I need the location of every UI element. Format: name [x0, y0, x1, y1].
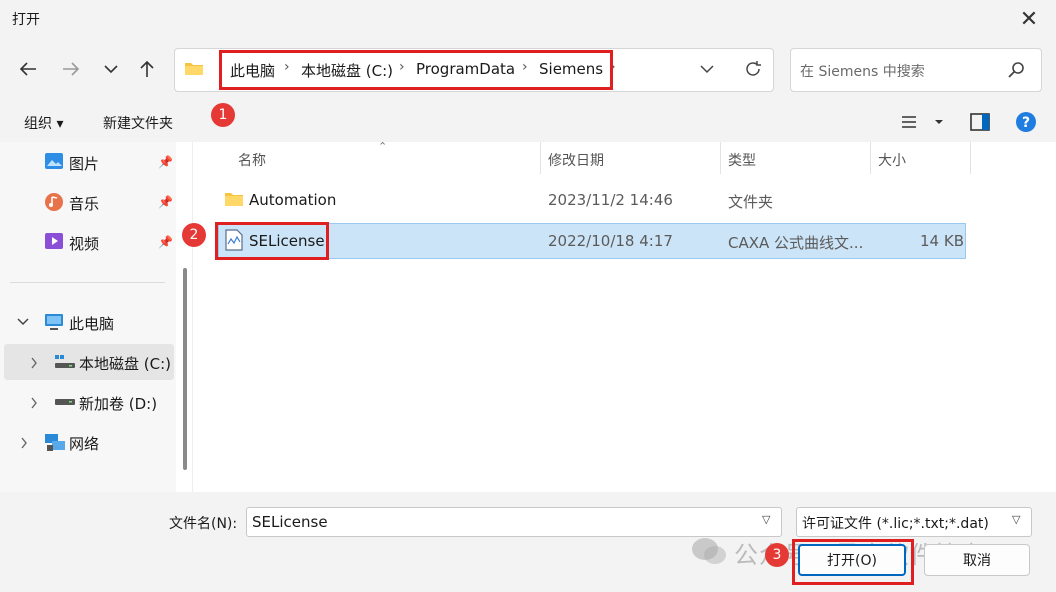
column-divider[interactable] — [870, 142, 871, 174]
refresh-icon[interactable] — [742, 58, 764, 80]
chevron-right-icon[interactable] — [30, 357, 38, 369]
folder-icon — [225, 193, 243, 206]
list-view-icon — [902, 116, 916, 128]
folder-icon — [185, 63, 203, 75]
new-folder-button[interactable]: 新建文件夹 — [103, 113, 173, 133]
chevron-down-icon — [104, 65, 118, 74]
cancel-button-label: 取消 — [963, 553, 991, 569]
annotation-badge-3: 3 — [765, 543, 789, 567]
file-name: Automation — [249, 191, 337, 209]
nav-label-this-pc[interactable]: 此电脑 — [69, 313, 114, 334]
pane-divider[interactable] — [192, 142, 193, 492]
nav-divider — [10, 282, 165, 283]
up-button[interactable] — [130, 52, 164, 86]
network-icon — [45, 434, 65, 451]
column-divider[interactable] — [720, 142, 721, 174]
filename-label: 文件名(N): — [169, 516, 238, 532]
sort-ascending-icon: ⌃ — [378, 140, 388, 153]
chevron-down-icon[interactable]: ▽ — [762, 513, 770, 526]
file-highlight-box — [215, 222, 329, 260]
column-header-type[interactable]: 类型 — [728, 150, 756, 170]
nav-label-pictures: 图片 — [69, 155, 100, 173]
pin-icon[interactable]: 📌 — [158, 195, 173, 209]
column-header-size[interactable]: 大小 — [878, 150, 906, 170]
address-highlight-box — [219, 50, 613, 90]
file-type: CAXA 公式曲线文... — [728, 234, 864, 252]
search-placeholder: 在 Siemens 中搜索 — [800, 64, 925, 80]
forward-button[interactable] — [54, 52, 88, 86]
close-button[interactable]: ✕ — [1006, 2, 1052, 36]
chevron-down-icon[interactable]: ▽ — [1012, 513, 1020, 526]
title-bar — [0, 0, 1056, 38]
help-button[interactable]: ? — [1014, 110, 1038, 134]
pin-icon[interactable]: 📌 — [158, 235, 173, 249]
videos-icon — [45, 233, 63, 249]
column-divider[interactable] — [970, 142, 971, 174]
column-header-modified[interactable]: 修改日期 — [548, 150, 604, 170]
up-arrow-icon — [140, 60, 154, 77]
chevron-right-icon[interactable] — [20, 437, 28, 449]
column-header-name[interactable]: 名称 — [238, 150, 266, 170]
svg-text:?: ? — [1022, 115, 1030, 131]
organize-button[interactable]: 组织 ▾ — [24, 113, 63, 133]
cancel-button[interactable]: 取消 — [924, 544, 1030, 576]
column-divider[interactable] — [540, 142, 541, 174]
chevron-down-icon — [935, 120, 943, 124]
view-options-button[interactable] — [898, 110, 948, 134]
nav-label-music: 音乐 — [69, 195, 100, 213]
address-dropdown-icon[interactable] — [696, 58, 718, 80]
nav-label-videos: 视频 — [69, 235, 100, 253]
file-modified: 2022/10/18 4:17 — [548, 232, 673, 250]
drive-d-icon — [55, 399, 75, 405]
help-icon: ? — [1016, 112, 1036, 132]
file-modified: 2023/11/2 14:46 — [548, 191, 673, 209]
chevron-down-icon[interactable] — [16, 317, 30, 327]
drive-c-icon — [55, 355, 75, 368]
filetype-value: 许可证文件 (*.lic;*.txt;*.dat) — [802, 516, 989, 532]
music-icon — [45, 193, 63, 211]
chevron-right-icon[interactable] — [30, 397, 38, 409]
annotation-badge-2: 2 — [182, 223, 206, 247]
window-title: 打开 — [12, 12, 40, 28]
back-button[interactable] — [11, 52, 45, 86]
nav-label-drive-c: 本地磁盘 (C:) — [79, 355, 171, 373]
file-type: 文件夹 — [728, 193, 774, 211]
preview-pane-button[interactable] — [966, 110, 994, 134]
preview-pane-icon — [970, 113, 990, 131]
computer-icon — [45, 314, 63, 330]
nav-label-network[interactable]: 网络 — [69, 433, 99, 454]
pictures-icon — [45, 153, 63, 169]
recent-locations-button[interactable] — [94, 52, 128, 86]
filename-value: SELicense — [252, 513, 328, 531]
open-highlight-box — [792, 539, 914, 585]
nav-scrollbar[interactable] — [183, 268, 187, 470]
back-arrow-icon — [19, 62, 36, 76]
pin-icon[interactable]: 📌 — [158, 155, 173, 169]
forward-arrow-icon — [63, 62, 80, 76]
annotation-badge-1: 1 — [211, 103, 235, 127]
close-icon: ✕ — [1019, 6, 1039, 32]
wechat-logo-icon — [692, 538, 726, 564]
file-size: 14 KB — [920, 232, 964, 250]
nav-label-drive-d[interactable]: 新加卷 (D:) — [79, 393, 157, 414]
search-icon[interactable] — [1006, 60, 1026, 80]
